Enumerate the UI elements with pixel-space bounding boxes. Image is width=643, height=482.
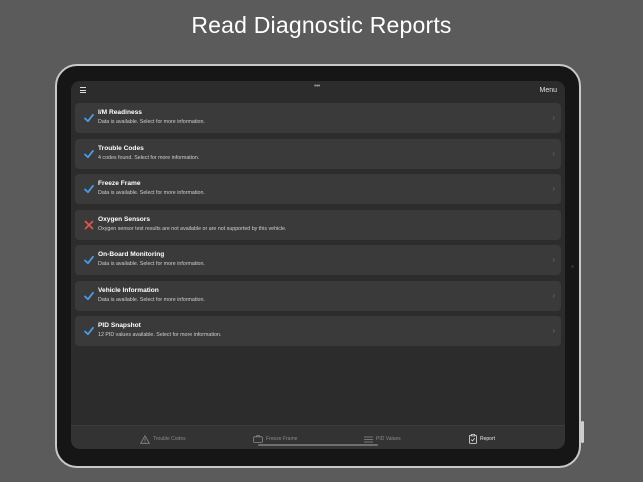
camera-dot xyxy=(571,265,574,268)
item-title: PID Snapshot xyxy=(98,322,141,329)
checkmark-icon xyxy=(84,184,94,194)
item-title: Oxygen Sensors xyxy=(98,215,151,223)
list-item-im-readiness[interactable]: I/M Readiness Data is available. Select … xyxy=(75,103,561,133)
item-subtitle: Oxygen sensor test results are not avail… xyxy=(98,225,287,232)
item-subtitle: Data is available. Select for more infor… xyxy=(98,190,205,196)
list-item-on-board-monitoring[interactable]: On-Board Monitoring Data is available. S… xyxy=(75,245,561,275)
list-item-trouble-codes[interactable]: Trouble Codes 4 codes found. Select for … xyxy=(75,138,561,169)
tab-label: Report xyxy=(480,436,496,442)
chevron-right-icon: › xyxy=(552,326,555,335)
headline: Read Diagnostic Reports xyxy=(191,12,452,38)
item-subtitle: 12 PID values available. Select for more… xyxy=(98,332,222,338)
item-title: On-Board Monitoring xyxy=(98,251,165,258)
chevron-right-icon: › xyxy=(552,184,555,193)
warning-icon xyxy=(140,434,150,444)
item-title: I/M Readiness xyxy=(98,109,142,116)
tab-label: Trouble Codes xyxy=(153,436,186,442)
side-button xyxy=(581,421,584,443)
tab-label: PID Values xyxy=(376,436,401,442)
list-item-freeze-frame[interactable]: Freeze Frame Data is available. Select f… xyxy=(75,174,561,204)
item-subtitle: Data is available. Select for more infor… xyxy=(98,261,205,267)
item-title: Vehicle Information xyxy=(98,286,159,294)
item-subtitle: Data is available. Select for more infor… xyxy=(98,119,205,125)
app-screen: ••• Menu I/M Readiness Data is available… xyxy=(71,81,565,449)
x-mark-icon xyxy=(84,220,94,229)
item-title: Freeze Frame xyxy=(98,180,141,187)
chevron-right-icon: › xyxy=(552,290,555,300)
checkmark-icon xyxy=(84,326,94,336)
menu-button[interactable]: Menu xyxy=(539,87,557,94)
top-bar: ••• Menu xyxy=(71,81,565,101)
tab-report[interactable]: Report xyxy=(469,433,495,445)
checkmark-icon xyxy=(84,113,94,123)
tab-bar: Trouble Codes Freeze Frame PID Values Re… xyxy=(71,425,565,449)
list-icon xyxy=(364,436,373,442)
chevron-right-icon: › xyxy=(552,148,555,158)
tab-label: Freeze Frame xyxy=(266,436,298,442)
home-indicator[interactable] xyxy=(258,444,378,446)
chevron-right-icon: › xyxy=(552,255,555,264)
checkmark-icon xyxy=(84,255,94,265)
tab-trouble-codes[interactable]: Trouble Codes xyxy=(140,433,186,445)
hamburger-icon[interactable] xyxy=(80,87,86,93)
list-item-vehicle-information[interactable]: Vehicle Information Data is available. S… xyxy=(75,280,561,311)
more-indicator: ••• xyxy=(314,83,320,90)
clipboard-check-icon xyxy=(469,434,477,444)
checkmark-icon xyxy=(84,149,94,158)
tablet-device: ••• Menu I/M Readiness Data is available… xyxy=(55,64,584,468)
list-item-oxygen-sensors[interactable]: Oxygen Sensors Oxygen sensor test result… xyxy=(75,209,561,240)
list-item-pid-snapshot[interactable]: PID Snapshot 12 PID values available. Se… xyxy=(75,316,561,346)
checkmark-icon xyxy=(84,291,94,300)
report-list: I/M Readiness Data is available. Select … xyxy=(75,103,561,352)
item-subtitle: Data is available. Select for more infor… xyxy=(98,296,205,303)
item-title: Trouble Codes xyxy=(98,144,144,152)
camera-icon xyxy=(253,435,263,443)
item-subtitle: 4 codes found. Select for more informati… xyxy=(98,154,200,161)
chevron-right-icon: › xyxy=(552,113,555,122)
